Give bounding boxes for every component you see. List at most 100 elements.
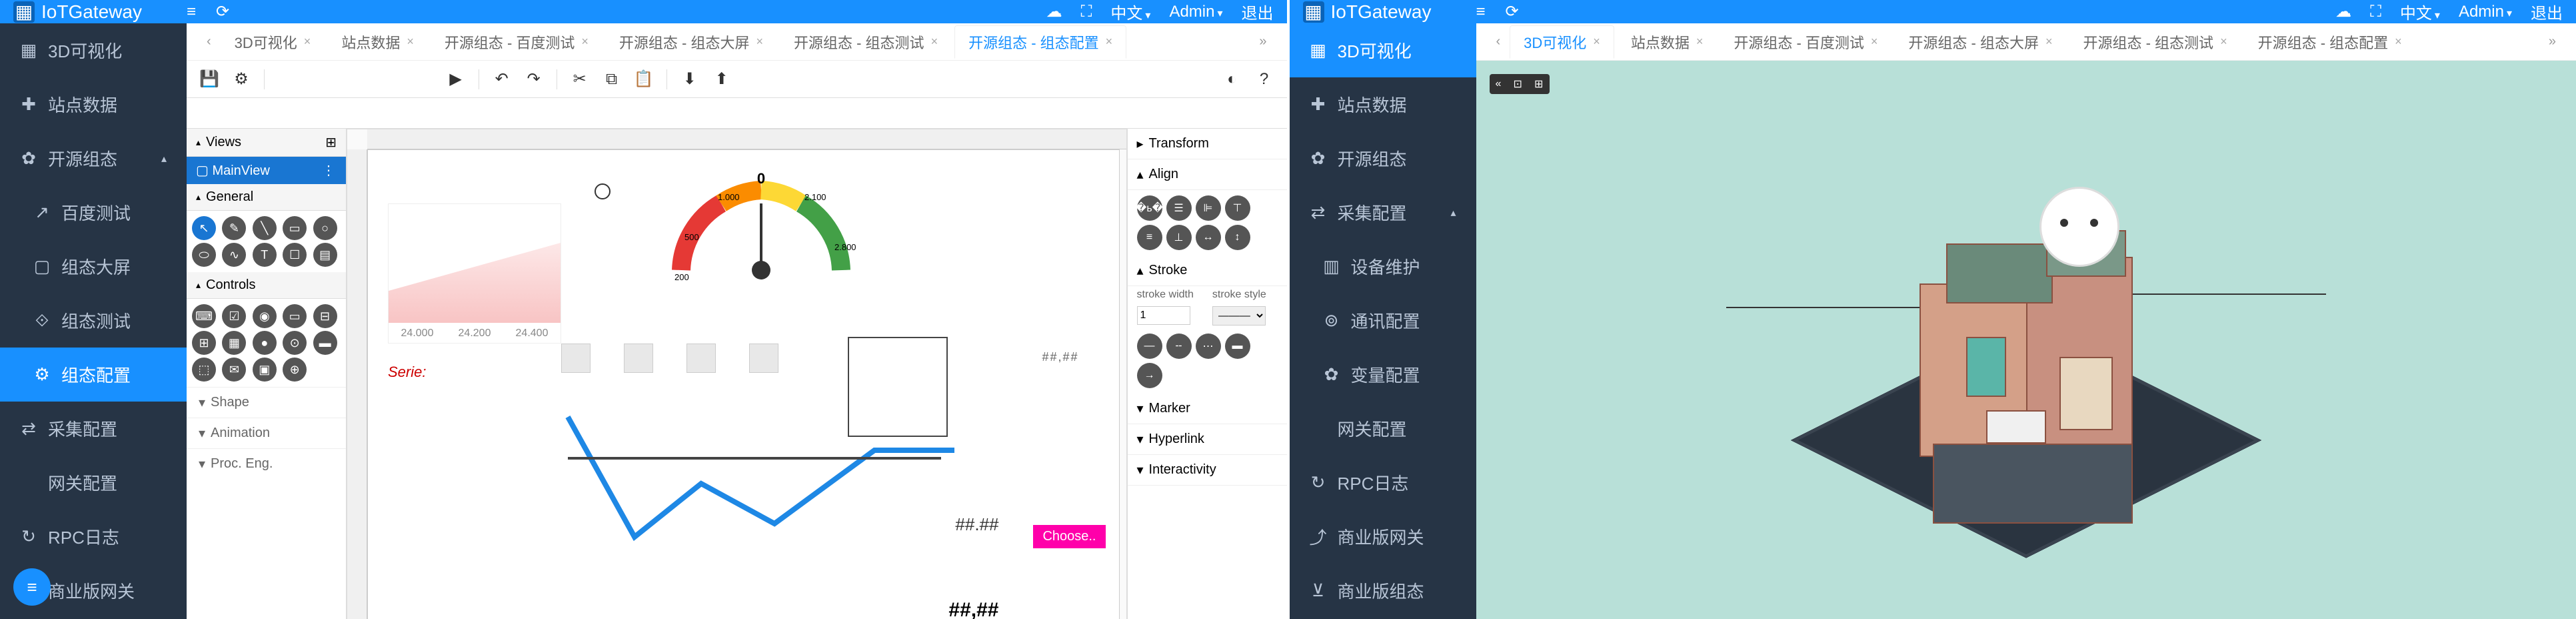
tool-ellipse[interactable]: ⬭ — [192, 243, 216, 267]
tool-more[interactable]: ▤ — [313, 243, 337, 267]
align-right-icon[interactable]: ⊫ — [1196, 195, 1221, 221]
lang-switch[interactable]: 中文▾ — [2400, 0, 2440, 23]
stroke-dot-icon[interactable]: ⋯ — [1196, 334, 1221, 359]
box[interactable] — [686, 344, 716, 373]
help-icon[interactable]: ? — [1255, 70, 1274, 89]
logout-button[interactable]: 退出 — [2531, 0, 2563, 23]
align-mid-icon[interactable]: ≡ — [1137, 225, 1162, 250]
cut-icon[interactable]: ✂ — [571, 70, 589, 89]
fullscreen-icon[interactable]: ⛶ — [2370, 3, 2381, 21]
hyperlink-header[interactable]: ▾Hyperlink — [1128, 424, 1287, 455]
sidebar-item[interactable]: ⊻商业版组态 — [1290, 564, 1476, 618]
ctrl-progress[interactable]: ▬ — [313, 331, 337, 355]
3d-viewport[interactable]: «⊡⊞ — [1476, 61, 2576, 619]
redo-icon[interactable]: ↷ — [525, 70, 543, 89]
close-icon[interactable]: × — [304, 35, 311, 49]
ctrl-c[interactable]: ▣ — [253, 358, 277, 382]
contrast-icon[interactable]: ◐ — [1223, 70, 1242, 89]
stroke-header[interactable]: ▴Stroke — [1128, 255, 1287, 286]
ctrl-d[interactable]: ⊕ — [283, 358, 307, 382]
sidebar-item[interactable]: ✿变量配置 — [1290, 348, 1476, 402]
sidebar-item[interactable]: ▦3D可视化 — [0, 23, 187, 77]
marker-header[interactable]: ▾Marker — [1128, 394, 1287, 424]
mainview-item[interactable]: ▢ MainView⋮ — [187, 157, 346, 184]
trend-chart[interactable]: 24.00024.20024.400 — [388, 203, 561, 344]
sidebar-item[interactable]: ✿开源组态 — [1290, 131, 1476, 185]
user-menu[interactable]: Admin▾ — [1169, 3, 1222, 21]
menu-toggle-icon[interactable]: ≡ — [1476, 3, 1486, 21]
tab[interactable]: 开源组态 - 组态测试× — [2069, 25, 2241, 59]
sidebar-item[interactable]: ⇄采集配置▴ — [1290, 185, 1476, 239]
close-icon[interactable]: × — [1593, 35, 1600, 49]
tab[interactable]: 3D可视化× — [221, 25, 325, 59]
close-icon[interactable]: × — [2220, 35, 2227, 49]
dist-v-icon[interactable]: ↕ — [1225, 225, 1250, 250]
refresh-icon[interactable]: ⟳ — [216, 2, 229, 21]
sidebar-item[interactable]: 网关配置 — [0, 456, 187, 510]
tool-image[interactable]: ☐ — [283, 243, 307, 267]
lang-switch[interactable]: 中文▾ — [1110, 0, 1150, 23]
tab[interactable]: 开源组态 - 组态配置× — [2244, 25, 2416, 59]
ctrl-table[interactable]: ▦ — [222, 331, 246, 355]
canvas[interactable]: 24.00024.20024.400 0 — [347, 129, 1127, 619]
tool-rect[interactable]: ▭ — [283, 216, 307, 240]
align-top-icon[interactable]: ⊤ — [1225, 195, 1250, 221]
box[interactable] — [749, 344, 778, 373]
ctrl-input[interactable]: ⌨ — [192, 304, 216, 328]
controls-header[interactable]: ▴Controls — [187, 272, 346, 299]
view3d-toolbar[interactable]: «⊡⊞ — [1490, 74, 1550, 94]
sidebar-item[interactable]: ✚站点数据 — [0, 77, 187, 131]
menu-toggle-icon[interactable]: ≡ — [187, 3, 196, 21]
ctrl-checkbox[interactable]: ☑ — [222, 304, 246, 328]
sidebar-item[interactable]: ▦3D可视化 — [1290, 23, 1476, 77]
stroke-solid-icon[interactable]: — — [1137, 334, 1162, 359]
shape-header[interactable]: ▾Shape — [187, 387, 346, 418]
sidebar-item[interactable]: ↻RPC日志 — [1290, 456, 1476, 510]
stroke-width-input[interactable] — [1137, 306, 1190, 325]
general-header[interactable]: ▴General — [187, 184, 346, 211]
ctrl-b[interactable]: ✉ — [222, 358, 246, 382]
dist-h-icon[interactable]: ↔ — [1196, 225, 1221, 250]
tab[interactable]: 站点数据× — [1617, 25, 1718, 59]
stroke-var-icon[interactable]: ▬ — [1225, 334, 1250, 359]
settings-icon[interactable]: ⚙ — [232, 70, 251, 89]
ctrl-chart[interactable]: ⊞ — [192, 331, 216, 355]
sidebar-item[interactable]: ⇄采集配置 — [0, 402, 187, 456]
close-icon[interactable]: × — [931, 35, 938, 49]
sidebar-item[interactable]: ⟐组态测试 — [0, 293, 187, 348]
sidebar-item[interactable]: ✚站点数据 — [1290, 77, 1476, 131]
tab[interactable]: 开源组态 - 百度测试× — [431, 25, 603, 59]
sidebar-item[interactable]: ⤴商业版网关 — [1290, 510, 1476, 564]
box[interactable] — [624, 344, 653, 373]
tool-line[interactable]: ╲ — [253, 216, 277, 240]
interactivity-header[interactable]: ▾Interactivity — [1128, 455, 1287, 486]
tab-prev-icon[interactable]: ‹ — [1490, 34, 1508, 49]
sidebar-item[interactable]: 网关配置 — [1290, 402, 1476, 456]
proceng-header[interactable]: ▾Proc. Eng. — [187, 448, 346, 479]
ctrl-slider[interactable]: ⊟ — [313, 304, 337, 328]
tool-circle[interactable]: ○ — [313, 216, 337, 240]
tab-prev-icon[interactable]: ‹ — [200, 34, 218, 49]
polyline[interactable] — [555, 404, 954, 577]
ctrl-button[interactable]: ▭ — [283, 304, 307, 328]
align-header[interactable]: ▴Align — [1128, 159, 1287, 190]
undo-icon[interactable]: ↶ — [493, 70, 511, 89]
ctrl-led[interactable]: ● — [253, 331, 277, 355]
ctrl-gauge[interactable]: ◉ — [253, 304, 277, 328]
sidebar-item[interactable]: ⊚通讯配置 — [1290, 293, 1476, 348]
copy-icon[interactable]: ⧉ — [603, 70, 621, 89]
export-icon[interactable]: ⬆ — [712, 70, 731, 89]
tab[interactable]: 开源组态 - 组态大屏× — [605, 25, 777, 59]
sidebar-item[interactable]: ↗百度测试 — [0, 185, 187, 239]
tab[interactable]: 站点数据× — [327, 25, 428, 59]
views-header[interactable]: ▴Views⊞ — [187, 129, 346, 157]
align-bottom-icon[interactable]: ⊥ — [1166, 225, 1192, 250]
tool-pointer[interactable]: ↖ — [192, 216, 216, 240]
user-menu[interactable]: Admin▾ — [2459, 3, 2512, 21]
tab[interactable]: 开源组态 - 组态测试× — [780, 25, 952, 59]
paste-icon[interactable]: 📋 — [635, 70, 653, 89]
sidebar-item[interactable]: ▢组态大屏 — [0, 239, 187, 293]
ctrl-a[interactable]: ⬚ — [192, 358, 216, 382]
close-icon[interactable]: × — [2395, 35, 2402, 49]
transform-header[interactable]: ▸Transform — [1128, 129, 1287, 159]
